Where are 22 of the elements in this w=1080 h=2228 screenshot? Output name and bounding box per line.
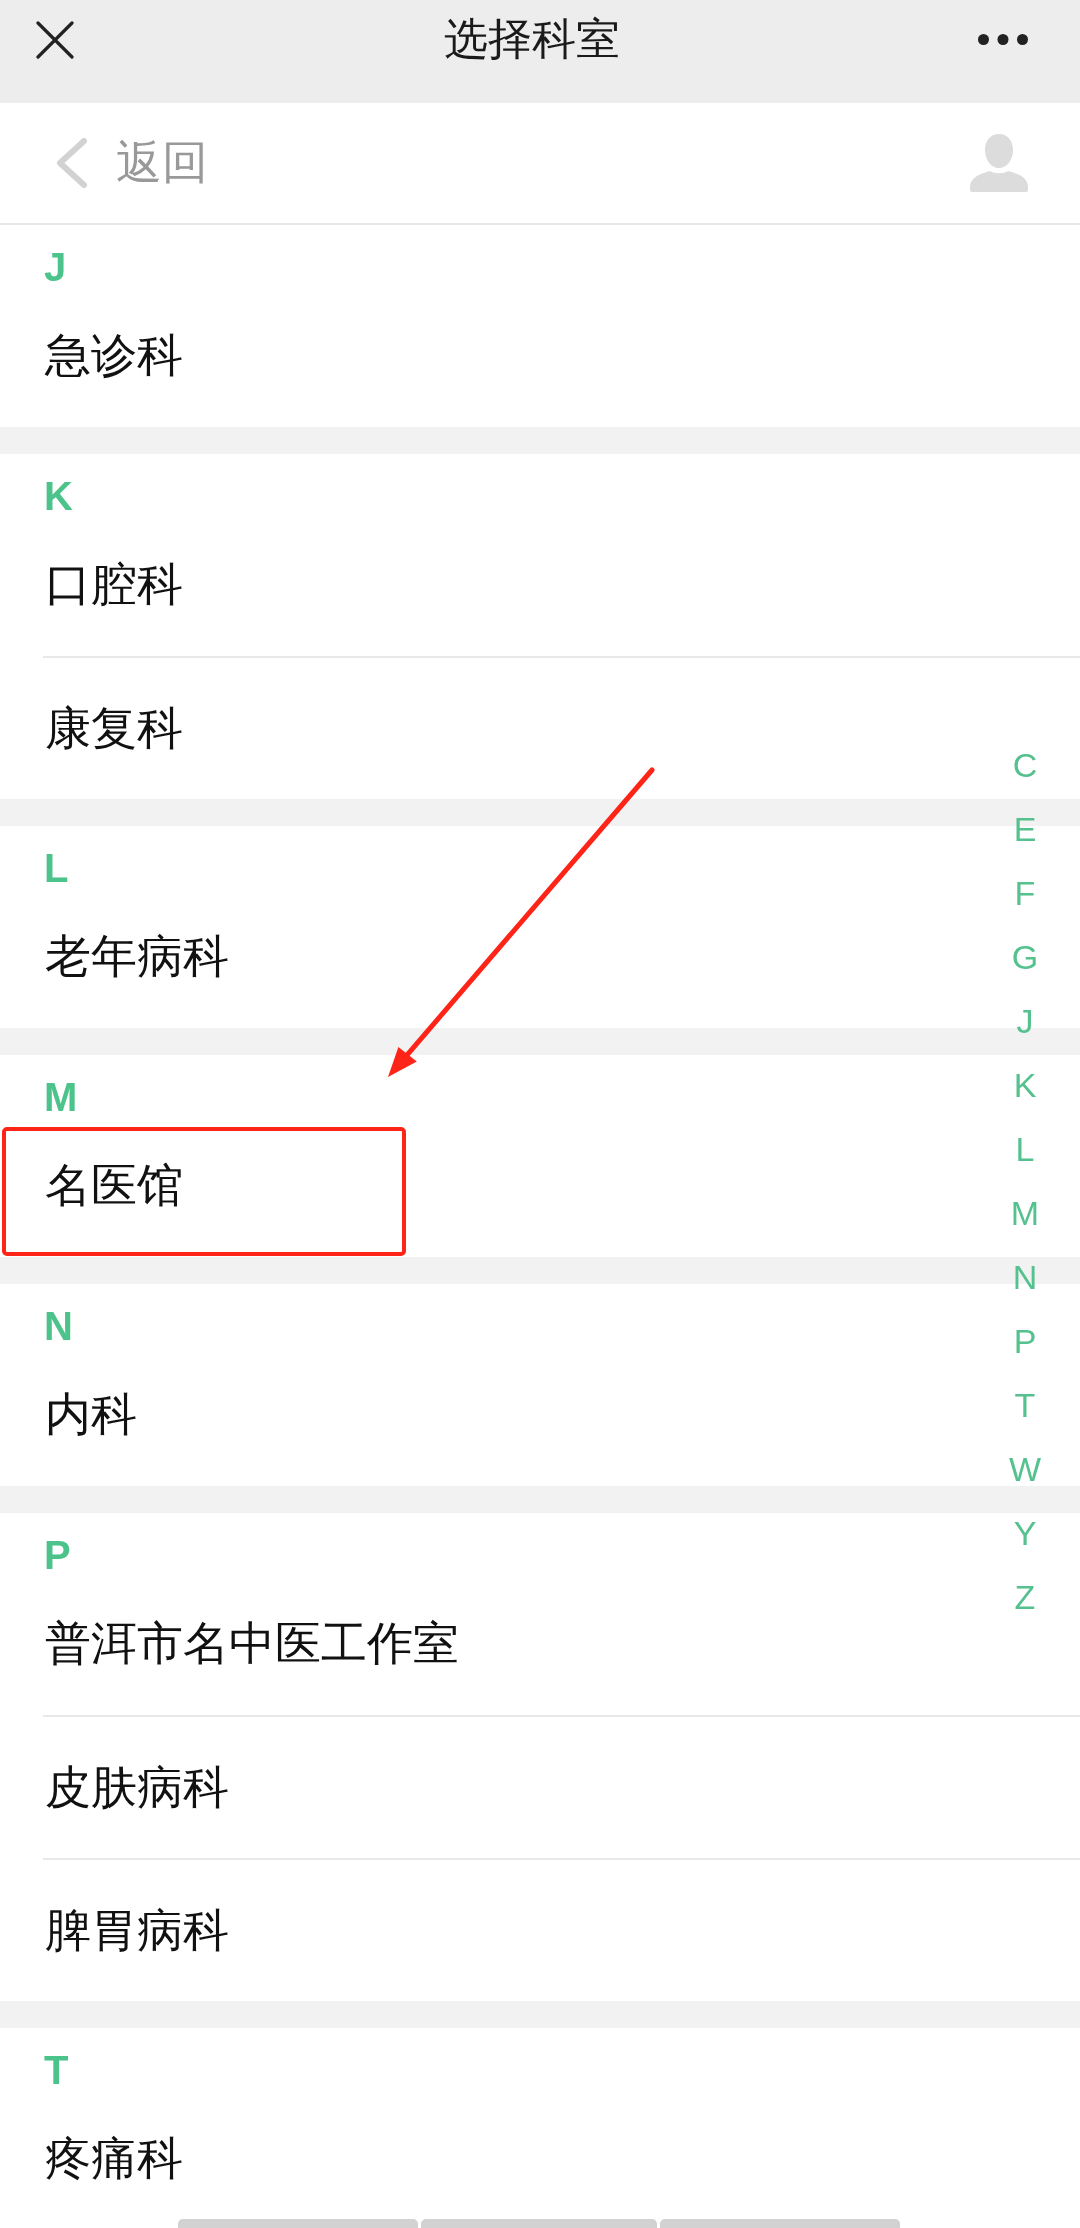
back-button[interactable]: 返回 (54, 135, 208, 191)
index-letter[interactable]: F (990, 861, 1060, 925)
index-letter[interactable]: J (990, 989, 1060, 1053)
index-letter[interactable]: E (990, 797, 1060, 861)
department-item[interactable]: 康复科 (43, 658, 970, 799)
index-letter[interactable]: W (990, 1437, 1060, 1501)
index-letter[interactable]: Y (990, 1501, 1060, 1565)
more-icon (978, 34, 1028, 45)
department-item[interactable]: 脾胃病科 (43, 1860, 970, 2001)
index-letter[interactable]: Z (990, 1565, 1060, 1629)
index-letter[interactable]: C (990, 733, 1060, 797)
index-letter[interactable]: L (990, 1117, 1060, 1181)
index-letter[interactable]: G (990, 925, 1060, 989)
department-item[interactable]: 皮肤病科 (43, 1717, 970, 1858)
index-letter[interactable]: N (990, 1245, 1060, 1309)
window-title: 选择科室 (444, 15, 620, 64)
index-letter[interactable]: T (990, 1373, 1060, 1437)
index-letter[interactable]: K (990, 1053, 1060, 1117)
index-letter[interactable]: M (990, 1181, 1060, 1245)
back-icon (54, 138, 88, 188)
close-icon (36, 20, 74, 59)
index-letter[interactable]: P (990, 1309, 1060, 1373)
